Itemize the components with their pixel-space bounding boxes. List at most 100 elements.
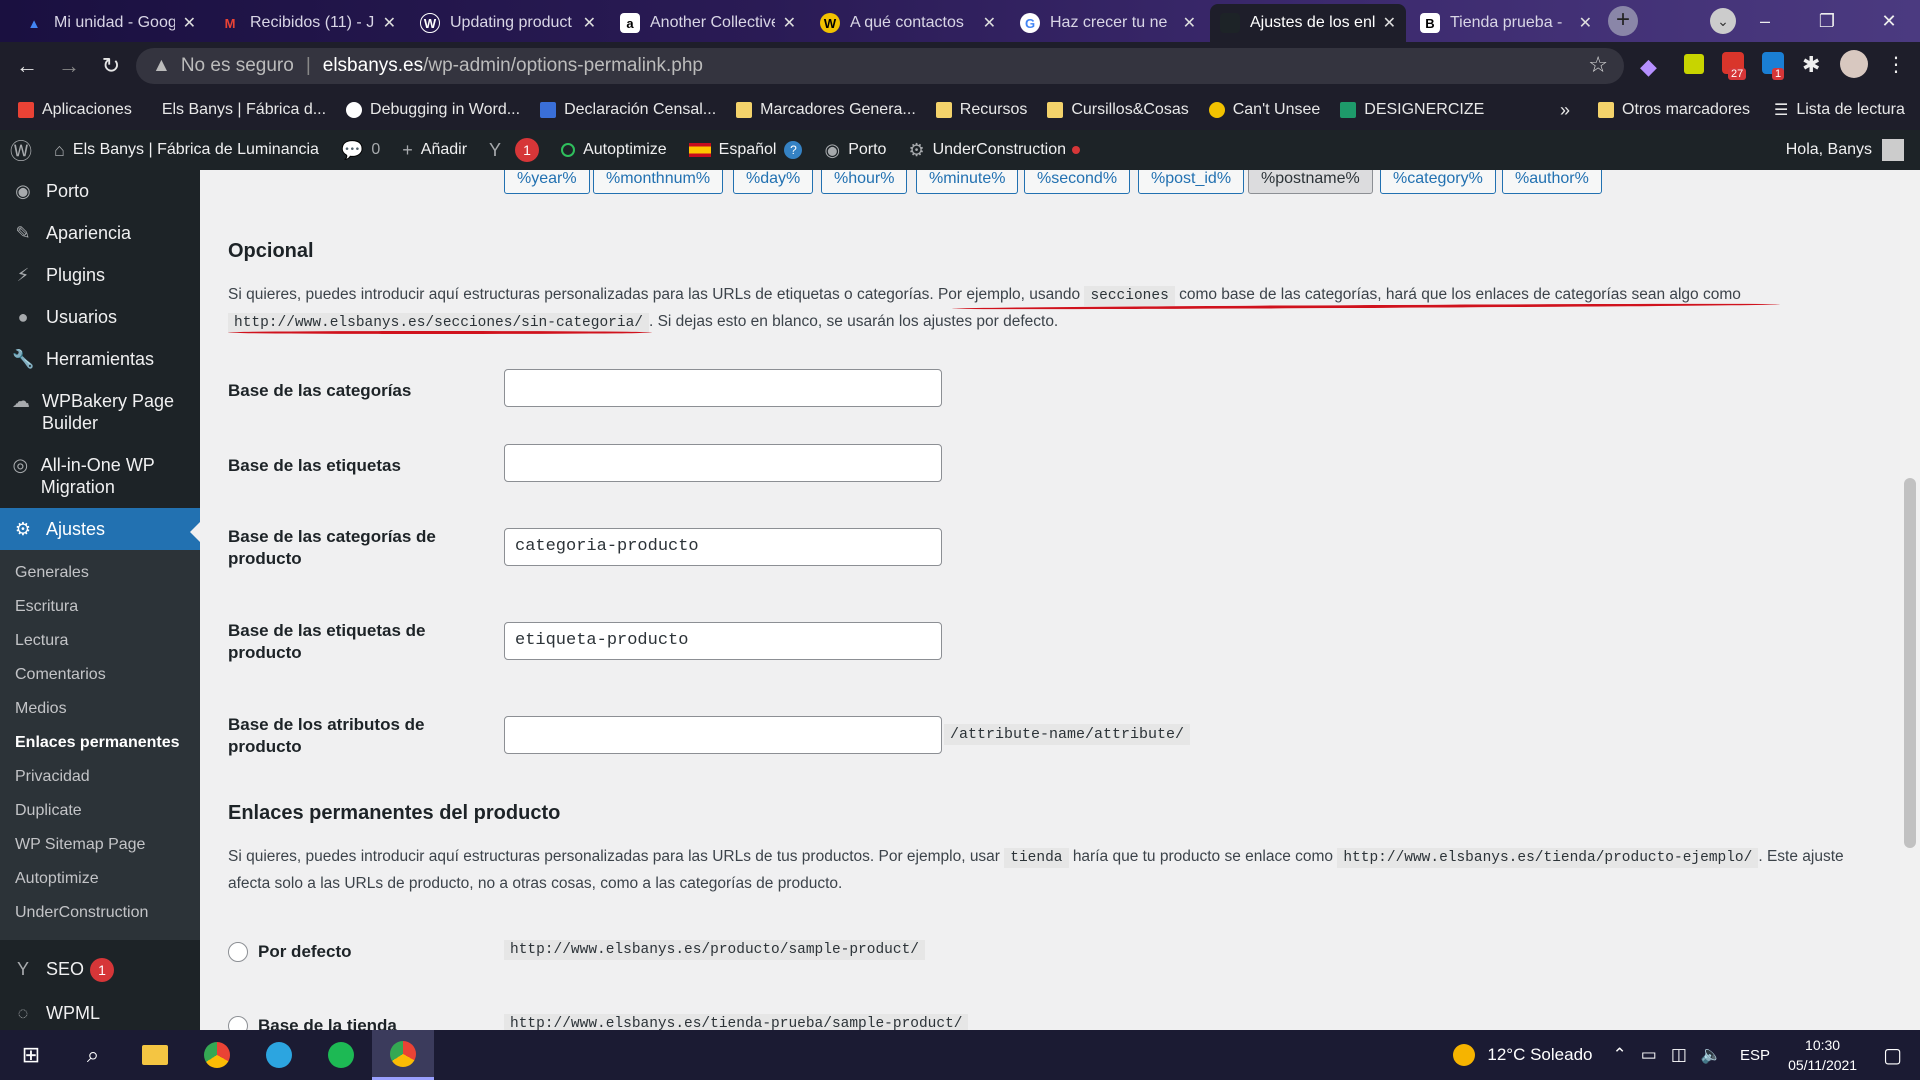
tag-button[interactable]: %monthnum% bbox=[593, 170, 724, 194]
menu-seo[interactable]: Y SEO 1 bbox=[0, 948, 200, 992]
tag-button[interactable]: %hour% bbox=[821, 170, 908, 194]
porto-link[interactable]: ◉ Porto bbox=[824, 140, 886, 161]
language-switcher[interactable]: Español? bbox=[688, 141, 803, 159]
submenu-privacidad[interactable]: Privacidad bbox=[0, 760, 200, 794]
chrome-profile-icon[interactable] bbox=[372, 1030, 434, 1080]
submenu-generales[interactable]: Generales bbox=[0, 556, 200, 590]
browser-tab[interactable]: ▲ Mi unidad - Goog ✕ bbox=[14, 4, 206, 42]
menu-apariencia[interactable]: ✎ Apariencia bbox=[0, 212, 200, 254]
close-icon[interactable]: ✕ bbox=[383, 13, 396, 33]
browser-tab[interactable]: W Updating product ✕ bbox=[410, 4, 606, 42]
radio-shop-base[interactable]: Base de la tienda bbox=[228, 1016, 397, 1030]
bookmark-folder[interactable]: Recursos bbox=[935, 101, 1027, 119]
bookmark-folder[interactable]: Cursillos&Cosas bbox=[1047, 101, 1189, 119]
autoptimize-link[interactable]: Autoptimize bbox=[561, 141, 667, 159]
windows-start-icon[interactable]: ⊞ bbox=[0, 1030, 62, 1080]
omnibox[interactable]: ▲ No es seguro | elsbanys.es /wp-admin/o… bbox=[136, 48, 1624, 84]
input-language[interactable]: ESP bbox=[1740, 1047, 1770, 1064]
notifications-icon[interactable]: ▢ bbox=[1883, 1043, 1902, 1068]
reload-icon[interactable]: ↻ bbox=[96, 53, 126, 79]
product-attribute-base-input[interactable] bbox=[504, 716, 942, 754]
underconstruction-link[interactable]: ⚙ UnderConstruction bbox=[908, 140, 1080, 161]
radio-button[interactable] bbox=[228, 942, 248, 962]
tag-button-selected[interactable]: %postname% bbox=[1248, 170, 1373, 194]
submenu-sitemap[interactable]: WP Sitemap Page bbox=[0, 828, 200, 862]
menu-plugins[interactable]: ⚡ Plugins bbox=[0, 254, 200, 296]
tag-base-input[interactable] bbox=[504, 444, 942, 482]
tag-button[interactable]: %day% bbox=[733, 170, 814, 194]
bookmark-item[interactable]: Els Banys | Fábrica d... bbox=[162, 101, 326, 119]
close-icon[interactable]: ✕ bbox=[1579, 13, 1592, 33]
submenu-duplicate[interactable]: Duplicate bbox=[0, 794, 200, 828]
close-icon[interactable]: ✕ bbox=[583, 13, 596, 33]
bookmark-folder[interactable]: Marcadores Genera... bbox=[736, 101, 916, 119]
radio-button[interactable] bbox=[228, 1016, 248, 1030]
close-icon[interactable]: ✕ bbox=[983, 13, 996, 33]
menu-wpbakery[interactable]: ☁ WPBakery Page Builder bbox=[0, 380, 200, 444]
menu-porto[interactable]: ◉ Porto bbox=[0, 170, 200, 212]
submenu-underconstruction[interactable]: UnderConstruction bbox=[0, 896, 200, 930]
tag-button[interactable]: %author% bbox=[1502, 170, 1602, 194]
minimize-button[interactable]: – bbox=[1734, 0, 1796, 42]
product-tag-base-input[interactable]: etiqueta-producto bbox=[504, 622, 942, 660]
extension-icon[interactable] bbox=[1684, 54, 1704, 74]
tag-button[interactable]: %category% bbox=[1380, 170, 1496, 194]
extension-icon[interactable]: ◆ bbox=[1640, 54, 1657, 80]
add-new-link[interactable]: + Añadir bbox=[402, 140, 467, 161]
spotify-icon[interactable] bbox=[310, 1030, 372, 1080]
wordpress-logo-icon[interactable]: Ⓦ bbox=[10, 134, 32, 166]
tag-button[interactable]: %post_id% bbox=[1138, 170, 1245, 194]
search-icon[interactable]: ⌕ bbox=[62, 1030, 124, 1080]
submenu-comentarios[interactable]: Comentarios bbox=[0, 658, 200, 692]
volume-icon[interactable]: 🔈 bbox=[1701, 1045, 1722, 1065]
close-window-button[interactable]: ✕ bbox=[1858, 0, 1920, 42]
browser-tab[interactable]: G Haz crecer tu ne ✕ bbox=[1010, 4, 1206, 42]
close-icon[interactable]: ✕ bbox=[183, 13, 196, 33]
submenu-medios[interactable]: Medios bbox=[0, 692, 200, 726]
comments-link[interactable]: 💬 0 bbox=[341, 140, 380, 161]
tag-button[interactable]: %second% bbox=[1024, 170, 1131, 194]
forward-icon[interactable]: → bbox=[54, 53, 84, 79]
bookmark-item[interactable]: Declaración Censal... bbox=[540, 101, 716, 119]
bookmark-item[interactable]: Can't Unsee bbox=[1208, 101, 1320, 119]
browser-tab[interactable]: a Another Collective ✕ bbox=[610, 4, 806, 42]
browser-tab[interactable]: B Tienda prueba - ✕ bbox=[1410, 4, 1602, 42]
menu-wpml[interactable]: ◌ WPML bbox=[0, 992, 200, 1030]
back-icon[interactable]: ← bbox=[12, 53, 42, 79]
maximize-button[interactable]: ❐ bbox=[1796, 0, 1858, 42]
menu-usuarios[interactable]: ● Usuarios bbox=[0, 296, 200, 338]
clock[interactable]: 10:30 05/11/2021 bbox=[1788, 1035, 1857, 1075]
battery-icon[interactable]: ▭ bbox=[1641, 1045, 1657, 1065]
menu-ajustes[interactable]: ⚙ Ajustes bbox=[0, 508, 200, 550]
file-explorer-icon[interactable] bbox=[124, 1030, 186, 1080]
close-icon[interactable]: ✕ bbox=[1183, 13, 1196, 33]
tag-button[interactable]: %year% bbox=[504, 170, 590, 194]
submenu-enlaces-permanentes[interactable]: Enlaces permanentes bbox=[0, 726, 200, 760]
menu-icon[interactable]: ⋮ bbox=[1886, 52, 1906, 77]
extensions-puzzle-icon[interactable]: ✱ bbox=[1802, 52, 1820, 78]
browser-tab[interactable]: M Recibidos (11) - Jr ✕ bbox=[210, 4, 406, 42]
chevron-up-icon[interactable]: ⌃ bbox=[1613, 1045, 1627, 1065]
tag-button[interactable]: %minute% bbox=[916, 170, 1019, 194]
scrollbar-thumb[interactable] bbox=[1904, 478, 1916, 848]
close-icon[interactable]: ✕ bbox=[783, 13, 796, 33]
telegram-icon[interactable] bbox=[248, 1030, 310, 1080]
menu-all-in-one[interactable]: ◎ All-in-One WP Migration bbox=[0, 444, 200, 508]
site-name-link[interactable]: ⌂ Els Banys | Fábrica de Luminancia bbox=[54, 140, 319, 161]
bookmark-item[interactable]: Debugging in Word... bbox=[346, 101, 520, 119]
bookmark-item[interactable]: DESIGNERCIZE bbox=[1340, 101, 1484, 119]
radio-default[interactable]: Por defecto bbox=[228, 942, 352, 962]
bookmark-apps[interactable]: Aplicaciones bbox=[18, 101, 132, 119]
other-bookmarks[interactable]: Otros marcadores bbox=[1598, 101, 1750, 119]
product-category-base-input[interactable]: categoria-producto bbox=[504, 528, 942, 566]
category-base-input[interactable] bbox=[504, 369, 942, 407]
browser-tab-active[interactable]: Ajustes de los enl ✕ bbox=[1210, 4, 1406, 42]
profile-avatar[interactable] bbox=[1840, 50, 1868, 78]
account-menu[interactable]: Hola, Banys bbox=[1786, 130, 1904, 170]
chrome-icon[interactable] bbox=[186, 1030, 248, 1080]
new-tab-button[interactable]: + bbox=[1608, 6, 1638, 36]
yoast-link[interactable]: Y1 bbox=[489, 138, 540, 162]
bookmark-star-icon[interactable]: ☆ bbox=[1588, 52, 1608, 78]
browser-tab[interactable]: WA qué contactos ✕ bbox=[810, 4, 1006, 42]
vertical-scrollbar[interactable] bbox=[1900, 170, 1920, 1030]
